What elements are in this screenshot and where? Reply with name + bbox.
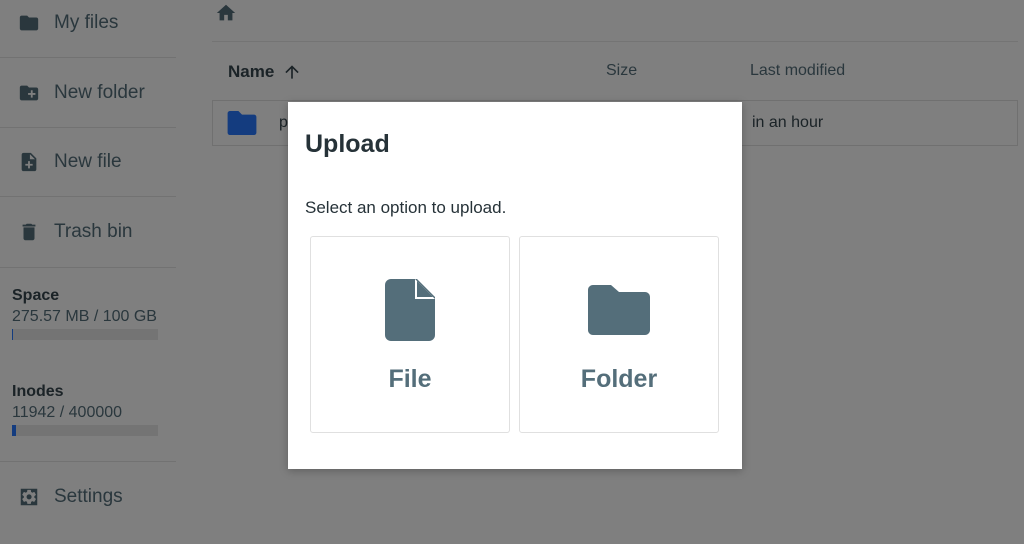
dialog-text: Select an option to upload. [305, 198, 507, 217]
file-browser-app: My files New folder New file Trash bin S… [0, 0, 1024, 544]
upload-folder-button[interactable]: Folder [519, 236, 719, 433]
file-icon [311, 279, 509, 343]
upload-file-button[interactable]: File [310, 236, 510, 433]
option-label: File [388, 365, 432, 393]
upload-dialog: Upload Select an option to upload. File … [288, 102, 742, 469]
dialog-title: Upload [305, 130, 390, 158]
folder-icon [520, 279, 718, 343]
option-label: Folder [580, 365, 658, 393]
